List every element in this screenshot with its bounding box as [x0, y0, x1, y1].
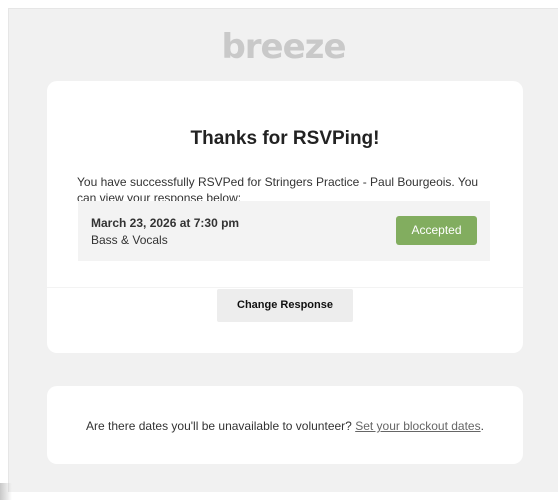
blockout-suffix: .: [480, 419, 484, 433]
page-title: Thanks for RSVPing!: [190, 127, 380, 149]
rsvp-card: Thanks for RSVPing! You have successfull…: [47, 81, 523, 353]
breeze-logo: breeze: [221, 27, 346, 67]
blockout-link[interactable]: Set your blockout dates: [355, 419, 480, 433]
window-edge-shadow: [0, 483, 12, 500]
accepted-status-badge: Accepted: [396, 216, 477, 245]
response-summary: March 23, 2026 at 7:30 pm Bass & Vocals …: [78, 201, 490, 261]
blockout-message: Are there dates you'll be unavailable to…: [47, 419, 523, 433]
event-date: March 23, 2026 at 7:30 pm: [91, 216, 240, 230]
event-role: Bass & Vocals: [91, 233, 168, 247]
blockout-card: Are there dates you'll be unavailable to…: [47, 386, 523, 464]
blockout-question: Are there dates you'll be unavailable to…: [86, 419, 352, 433]
email-canvas: breeze Thanks for RSVPing! You have succ…: [8, 8, 558, 492]
change-response-button[interactable]: Change Response: [217, 289, 353, 322]
